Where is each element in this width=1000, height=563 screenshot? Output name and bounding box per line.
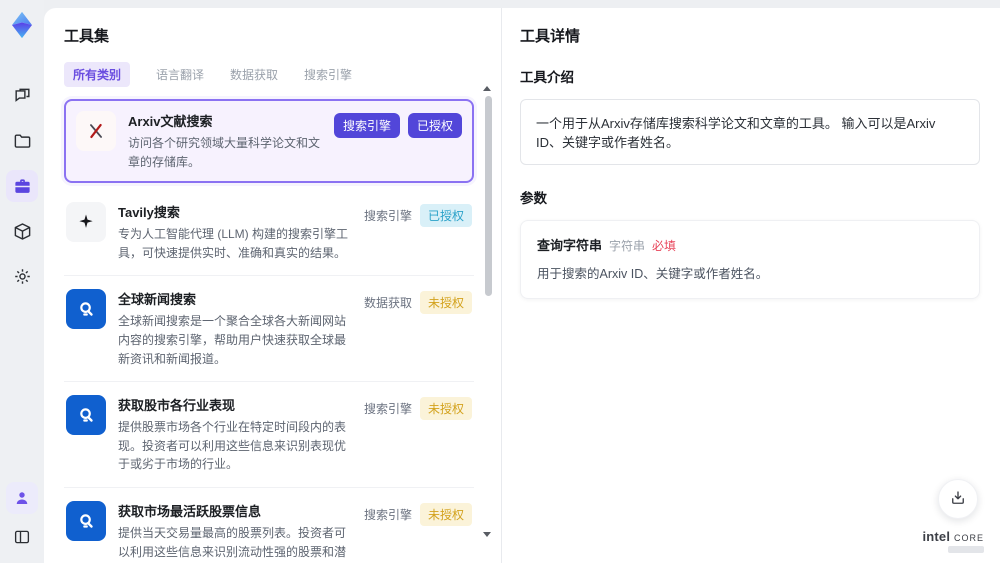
- chat-nav-button[interactable]: [6, 80, 38, 112]
- intro-box: 一个用于从Arxiv存储库搜索科学论文和文章的工具。 输入可以是Arxiv ID…: [520, 99, 980, 165]
- cube-icon: [13, 222, 32, 241]
- tab-data-acquisition[interactable]: 数据获取: [230, 62, 278, 87]
- tool-item-most-active-stocks[interactable]: 获取市场最活跃股票信息 提供当天交易量最高的股票列表。投资者可以利用这些信息来识…: [64, 488, 474, 563]
- tool-item-global-news[interactable]: 全球新闻搜索 全球新闻搜索是一个聚合全球各大新闻网站内容的搜索引擎，帮助用户快速…: [64, 276, 474, 383]
- sidebar-toggle-icon: [13, 528, 31, 546]
- rail-nav: [6, 80, 38, 292]
- tool-item-tavily[interactable]: Tavily搜索 专为人工智能代理 (LLM) 构建的搜索引擎工具，可快速提供实…: [64, 189, 474, 277]
- packages-nav-button[interactable]: [6, 215, 38, 247]
- tab-search-engine[interactable]: 搜索引擎: [304, 62, 352, 87]
- intel-core-branding: intel core: [922, 529, 984, 553]
- tool-description: 提供股票市场各个行业在特定时间段内的表现。投资者可以利用这些信息来识别表现优于或…: [118, 420, 347, 472]
- scrollbar-down-arrow[interactable]: [483, 532, 491, 537]
- arxiv-logo-icon: [76, 111, 116, 151]
- category-label: 搜索引擎: [363, 507, 412, 522]
- app-root: 工具集 所有类别 语言翻译 数据获取 搜索引擎 Arxiv文献搜索 访问各个研究…: [0, 0, 1000, 563]
- tool-name: Arxiv文献搜索: [128, 114, 213, 129]
- tool-item-body: 获取股市各行业表现 提供股票市场各个行业在特定时间段内的表现。投资者可以利用这些…: [118, 395, 352, 474]
- tool-description: 专为人工智能代理 (LLM) 构建的搜索引擎工具，可快速提供实时、准确和真实的结…: [118, 227, 349, 260]
- settings-nav-button[interactable]: [6, 260, 38, 292]
- param-name: 查询字符串: [537, 238, 603, 253]
- news-provider-icon: [66, 500, 106, 541]
- tools-nav-button[interactable]: [6, 170, 38, 202]
- briefcase-icon: [13, 177, 32, 196]
- folder-icon: [13, 132, 32, 151]
- intel-wordmark: intel: [922, 529, 951, 544]
- intro-heading: 工具介绍: [520, 70, 574, 85]
- params-heading: 参数: [520, 191, 547, 206]
- user-icon: [13, 489, 31, 507]
- scrollbar-thumb[interactable]: [485, 96, 492, 296]
- tool-item-body: Tavily搜索 专为人工智能代理 (LLM) 构建的搜索引擎工具，可快速提供实…: [118, 202, 352, 262]
- detail-title: 工具详情: [520, 28, 581, 45]
- category-label: 搜索引擎: [363, 402, 412, 417]
- tool-name: 获取股市各行业表现: [118, 398, 236, 414]
- status-badge: 未授权: [419, 502, 472, 526]
- param-required-flag: 必填: [652, 239, 677, 253]
- tool-description: 访问各个研究领域大量科学论文和文章的存储库。: [128, 136, 321, 169]
- news-provider-icon: [66, 395, 106, 436]
- tool-item-body: 获取市场最活跃股票信息 提供当天交易量最高的股票列表。投资者可以利用这些信息来识…: [118, 501, 352, 563]
- tool-description: 全球新闻搜索是一个聚合全球各大新闻网站内容的搜索引擎，帮助用户快速获取全球最新资…: [118, 314, 347, 366]
- param-type: 字符串: [609, 239, 646, 253]
- left-rail: [0, 0, 44, 563]
- param-head: 查询字符串 字符串 必填: [537, 235, 963, 254]
- core-wordmark: core: [953, 529, 984, 544]
- tool-meta: 数据获取 未授权: [363, 289, 472, 315]
- tool-item-arxiv[interactable]: Arxiv文献搜索 访问各个研究领域大量科学论文和文章的存储库。 搜索引擎 已授…: [64, 99, 474, 184]
- download-button[interactable]: [938, 479, 978, 519]
- brand-subtext: [948, 546, 984, 553]
- page-title: 工具集: [64, 28, 110, 45]
- tab-language-translation[interactable]: 语言翻译: [156, 62, 204, 87]
- tool-name: Tavily搜索: [118, 205, 180, 221]
- tool-description: 提供当天交易量最高的股票列表。投资者可以利用这些信息来识别流动性强的股票和潜在的…: [118, 525, 347, 559]
- scrollbar-up-arrow[interactable]: [483, 86, 491, 91]
- tool-list: Arxiv文献搜索 访问各个研究领域大量科学论文和文章的存储库。 搜索引擎 已授…: [64, 99, 474, 563]
- param-description: 用于搜索的Arxiv ID、关键字或作者姓名。: [537, 267, 769, 281]
- status-badge: 未授权: [419, 397, 472, 421]
- account-nav-button[interactable]: [6, 482, 38, 514]
- category-label: 搜索引擎: [363, 209, 412, 224]
- tab-all-categories[interactable]: 所有类别: [64, 62, 131, 87]
- authorized-button[interactable]: 已授权: [407, 113, 462, 138]
- status-badge: 已授权: [419, 204, 472, 228]
- collapse-panel-button[interactable]: [6, 521, 38, 553]
- intel-core-logo: intel core: [922, 529, 984, 544]
- tool-meta: 搜索引擎 未授权: [364, 501, 472, 526]
- gear-icon: [13, 267, 32, 286]
- tool-item-body: Arxiv文献搜索 访问各个研究领域大量科学论文和文章的存储库。: [128, 111, 322, 171]
- category-label: 数据获取: [363, 296, 412, 311]
- category-tabs: 所有类别 语言翻译 数据获取 搜索引擎: [64, 62, 473, 87]
- tool-name: 获取市场最活跃股票信息: [118, 503, 262, 519]
- tool-item-sector-performance[interactable]: 获取股市各行业表现 提供股票市场各个行业在特定时间段内的表现。投资者可以利用这些…: [64, 382, 474, 488]
- tool-name: 全球新闻搜索: [118, 292, 197, 308]
- files-nav-button[interactable]: [6, 125, 38, 157]
- download-icon: [949, 489, 967, 510]
- tool-meta: 搜索引擎 已授权: [363, 202, 472, 228]
- tavily-sparkle-icon: [66, 202, 106, 243]
- rail-bottom: [6, 482, 38, 553]
- category-button[interactable]: 搜索引擎: [333, 113, 400, 138]
- tool-item-body: 全球新闻搜索 全球新闻搜索是一个聚合全球各大新闻网站内容的搜索引擎，帮助用户快速…: [118, 289, 352, 368]
- tool-detail-panel: 工具详情 工具介绍 一个用于从Arxiv存储库搜索科学论文和文章的工具。 输入可…: [502, 8, 1000, 563]
- tool-meta: 搜索引擎 已授权: [333, 111, 462, 138]
- chat-icon: [13, 87, 32, 106]
- news-provider-icon: [66, 289, 106, 330]
- tool-meta: 搜索引擎 未授权: [363, 395, 472, 421]
- tool-list-panel: 工具集 所有类别 语言翻译 数据获取 搜索引擎 Arxiv文献搜索 访问各个研究…: [44, 8, 502, 563]
- param-card: 查询字符串 字符串 必填 用于搜索的Arxiv ID、关键字或作者姓名。: [520, 220, 980, 299]
- app-logo-icon: [7, 10, 37, 40]
- main-sheet: 工具集 所有类别 语言翻译 数据获取 搜索引擎 Arxiv文献搜索 访问各个研究…: [44, 8, 1000, 563]
- status-badge: 未授权: [419, 291, 472, 315]
